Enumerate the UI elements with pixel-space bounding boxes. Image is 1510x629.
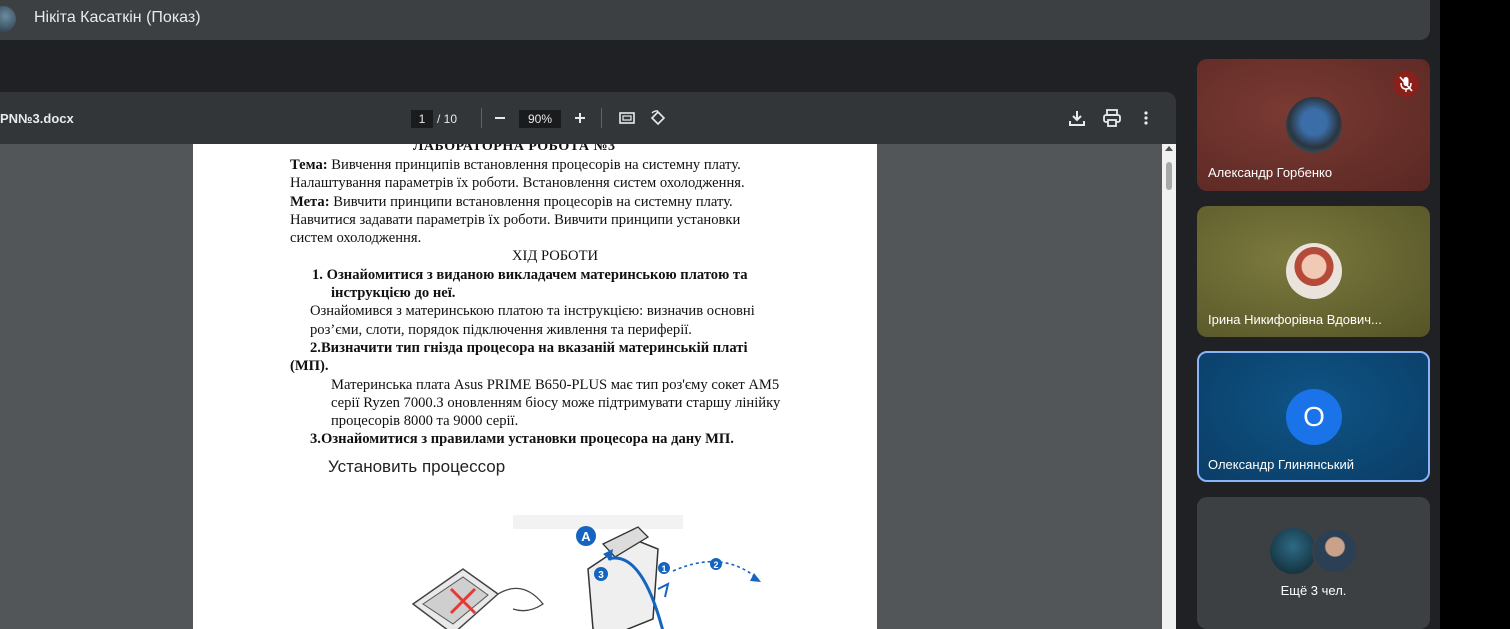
step2-answer-2: серії Ryzen 7000.З оновленням біосу може… <box>331 394 781 411</box>
cpu-install-illustration: A 3 1 2 <box>411 515 761 629</box>
more-participants-label: Ещё 3 чел. <box>1280 583 1347 598</box>
more-participants-tile[interactable]: Ещё 3 чел. <box>1197 497 1430 629</box>
page-number-input[interactable]: 1 <box>411 110 433 128</box>
presenter-title: Нікіта Касаткін (Показ) <box>34 9 201 26</box>
tema-line-2: Налаштування параметрів їх роботи. Встан… <box>290 175 745 192</box>
participant-tile[interactable]: Александр Горбенко <box>1197 59 1430 191</box>
meta-line-3: систем охолодження. <box>290 230 422 247</box>
meta-label: Мета: <box>290 193 330 210</box>
image-caption: Установить процессор <box>328 457 506 476</box>
fit-page-icon[interactable] <box>619 110 635 131</box>
presenter-avatar <box>0 6 16 32</box>
tema-text: Вивчення принципів встановлення процесор… <box>327 157 741 173</box>
zoom-out-icon[interactable] <box>494 109 506 132</box>
page-total: / 10 <box>437 112 458 126</box>
participant-name: Ірина Никифорівна Вдович... <box>1208 312 1382 327</box>
viewer-toolbar: РN№3.docx 1 / 10 90% <box>0 92 1176 144</box>
avatar <box>1286 243 1342 299</box>
document-page: ЛАБОРАТОРНА РОБОТА №3 Тема: Вивчення при… <box>193 144 877 629</box>
avatar-initial: О <box>1286 389 1342 445</box>
print-icon[interactable] <box>1102 108 1122 133</box>
step-2-label: 2 <box>713 560 718 570</box>
meta-line: Мета: Вивчити принципи встановлення проц… <box>290 193 850 211</box>
label-a: A <box>581 529 591 544</box>
document-scrollbar[interactable] <box>1162 144 1176 629</box>
step3-title: 3.Ознайомитися з правилами установки про… <box>310 431 734 448</box>
step-1-label: 1 <box>661 564 666 574</box>
mic-off-icon <box>1393 71 1419 97</box>
scroll-up-arrow-icon[interactable] <box>1165 146 1173 151</box>
avatar <box>1270 528 1316 574</box>
step1-title-2: інструкцією до неї. <box>331 285 456 302</box>
presenter-bar: Нікіта Касаткін (Показ) <box>0 0 1430 40</box>
step-3-badge: 3 <box>594 567 608 581</box>
download-icon[interactable] <box>1067 108 1087 133</box>
section-heading: ХІД РОБОТИ <box>511 248 599 265</box>
more-options-icon[interactable] <box>1142 108 1150 133</box>
screen-edge <box>1440 0 1510 629</box>
avatar <box>1286 97 1342 153</box>
step2-title: 2.Визначити тип гнізда процесора на вказ… <box>310 339 748 356</box>
toolbar-divider <box>601 108 602 128</box>
zoom-in-icon[interactable] <box>574 109 586 132</box>
step1-answer: Ознайомився з материнською платою та інс… <box>310 303 755 320</box>
toolbar-divider <box>481 108 482 128</box>
step-3-label: 3 <box>598 570 604 581</box>
document-scrollbar-thumb[interactable] <box>1166 162 1172 190</box>
step2-answer: Материнська плата Asus PRIME B650-PLUS м… <box>331 376 780 393</box>
rotate-icon[interactable] <box>649 109 667 132</box>
step2-answer-3: процесорів 8000 та 9000 серії. <box>331 413 519 430</box>
participant-tile-active[interactable]: О Олександр Глинянський <box>1197 351 1430 482</box>
step-1-badge: 1 <box>658 562 670 574</box>
step2-title-2: (МП). <box>290 358 329 375</box>
participant-name: Олександр Глинянський <box>1208 457 1354 472</box>
meta-line-2: Навчитися задавати параметрів їх роботи.… <box>290 211 741 228</box>
tema-line: Тема: Вивчення принципів встановлення пр… <box>290 156 850 174</box>
step-2-badge: 2 <box>710 558 722 570</box>
document-viewport[interactable]: ЛАБОРАТОРНА РОБОТА №3 Тема: Вивчення при… <box>0 144 1176 629</box>
socket-open-illustration <box>587 526 761 629</box>
document-heading: ЛАБОРАТОРНА РОБОТА №3 <box>413 144 616 154</box>
label-a-badge: A <box>576 526 596 546</box>
tema-label: Тема: <box>290 157 328 173</box>
meta-text: Вивчити принципи встановлення процесорів… <box>329 193 733 210</box>
participant-name: Александр Горбенко <box>1208 165 1333 180</box>
step1-answer-2: роз’єми, слоти, порядок підключення живл… <box>310 321 692 338</box>
socket-wrong-illustration <box>411 568 544 629</box>
document-filename: РN№3.docx <box>0 111 74 126</box>
zoom-level-input[interactable]: 90% <box>519 110 561 128</box>
avatar <box>1312 528 1358 574</box>
step1-title: 1. Ознайомитися з виданою викладачем мат… <box>312 266 748 283</box>
participant-tile[interactable]: Ірина Никифорівна Вдович... <box>1197 206 1430 337</box>
